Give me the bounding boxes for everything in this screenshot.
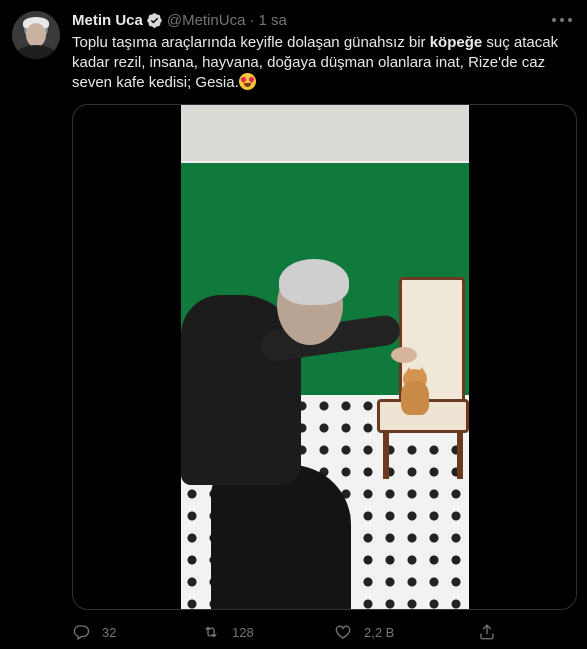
retweet-count: 128 (232, 624, 254, 640)
tweet-time[interactable]: 1 sa (258, 12, 286, 29)
heart-eyes-emoji-icon (238, 73, 256, 90)
more-icon[interactable] (552, 12, 572, 28)
author-handle[interactable]: @MetinUca (167, 12, 246, 29)
cat (397, 367, 433, 415)
video-frame[interactable] (181, 105, 469, 609)
avatar[interactable] (12, 11, 60, 59)
tweet-video[interactable] (72, 104, 577, 610)
reply-button[interactable]: 32 (72, 622, 116, 642)
tweet-header: Metin Uca @MetinUca · 1 sa (72, 10, 287, 30)
verified-icon (147, 12, 162, 28)
author-name[interactable]: Metin Uca (72, 12, 143, 29)
tweet-text-bold: köpeğe (429, 34, 483, 51)
reply-count: 32 (102, 624, 117, 640)
like-count: 2,2 B (364, 624, 395, 640)
share-button[interactable] (478, 622, 496, 642)
tweet-actions: 32 128 2,2 B (72, 622, 502, 642)
retweet-icon (205, 626, 217, 638)
share-icon (480, 624, 494, 640)
separator-dot: · (249, 11, 255, 29)
retweet-button[interactable]: 128 (202, 622, 254, 642)
like-button[interactable]: 2,2 B (334, 622, 394, 642)
tweet[interactable]: Metin Uca @MetinUca · 1 sa Toplu taşıma … (0, 0, 587, 649)
tweet-text-part1: Toplu taşıma araçlarında keyifle dolaşan… (72, 34, 430, 51)
tweet-text: Toplu taşıma araçlarında keyifle dolaşan… (72, 33, 572, 93)
man (181, 259, 417, 609)
like-icon (335, 625, 351, 639)
reply-icon (73, 625, 90, 640)
